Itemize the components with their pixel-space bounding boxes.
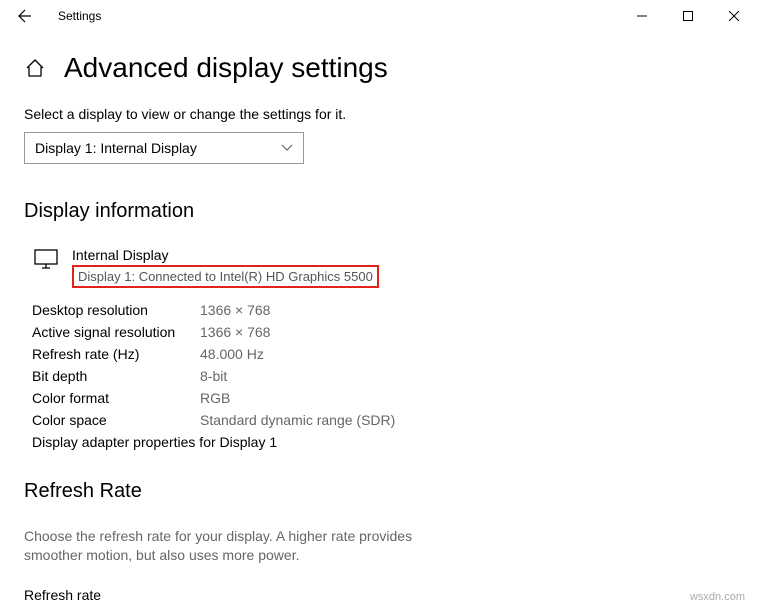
info-row: Color spaceStandard dynamic range (SDR)	[32, 412, 733, 428]
window-title: Settings	[58, 9, 101, 23]
info-label: Bit depth	[32, 368, 200, 384]
display-name: Internal Display	[72, 247, 379, 263]
info-value: Standard dynamic range (SDR)	[200, 412, 395, 428]
monitor-icon	[34, 249, 58, 274]
refresh-rate-heading: Refresh Rate	[24, 480, 733, 503]
back-arrow-icon	[17, 8, 33, 24]
info-row: Active signal resolution1366 × 768	[32, 324, 733, 340]
info-value: 48.000 Hz	[200, 346, 264, 362]
display-select-dropdown[interactable]: Display 1: Internal Display	[24, 132, 304, 164]
info-row: Refresh rate (Hz)48.000 Hz	[32, 346, 733, 362]
refresh-rate-label: Refresh rate	[24, 587, 733, 603]
watermark: wsxdn.com	[690, 591, 745, 603]
chevron-down-icon	[281, 141, 293, 155]
info-value: RGB	[200, 390, 230, 406]
page-heading: Advanced display settings	[64, 52, 388, 84]
info-value: 1366 × 768	[200, 324, 270, 340]
display-information-heading: Display information	[24, 200, 733, 223]
dropdown-value: Display 1: Internal Display	[35, 140, 197, 156]
close-icon	[729, 11, 739, 21]
minimize-button[interactable]	[619, 0, 665, 32]
info-row: Desktop resolution1366 × 768	[32, 302, 733, 318]
maximize-button[interactable]	[665, 0, 711, 32]
info-label: Desktop resolution	[32, 302, 200, 318]
close-button[interactable]	[711, 0, 757, 32]
back-button[interactable]	[10, 1, 40, 31]
info-label: Color format	[32, 390, 200, 406]
refresh-rate-description: Choose the refresh rate for your display…	[24, 527, 464, 565]
minimize-icon	[637, 11, 647, 21]
display-select-instruction: Select a display to view or change the s…	[24, 106, 733, 122]
maximize-icon	[683, 11, 693, 21]
info-label: Refresh rate (Hz)	[32, 346, 200, 362]
info-row: Bit depth8-bit	[32, 368, 733, 384]
display-connection-highlighted: Display 1: Connected to Intel(R) HD Grap…	[72, 265, 379, 288]
display-adapter-properties-link[interactable]: Display adapter properties for Display 1	[32, 434, 733, 450]
home-icon[interactable]	[24, 57, 46, 79]
info-row: Color formatRGB	[32, 390, 733, 406]
info-value: 1366 × 768	[200, 302, 270, 318]
info-label: Color space	[32, 412, 200, 428]
info-value: 8-bit	[200, 368, 227, 384]
info-label: Active signal resolution	[32, 324, 200, 340]
